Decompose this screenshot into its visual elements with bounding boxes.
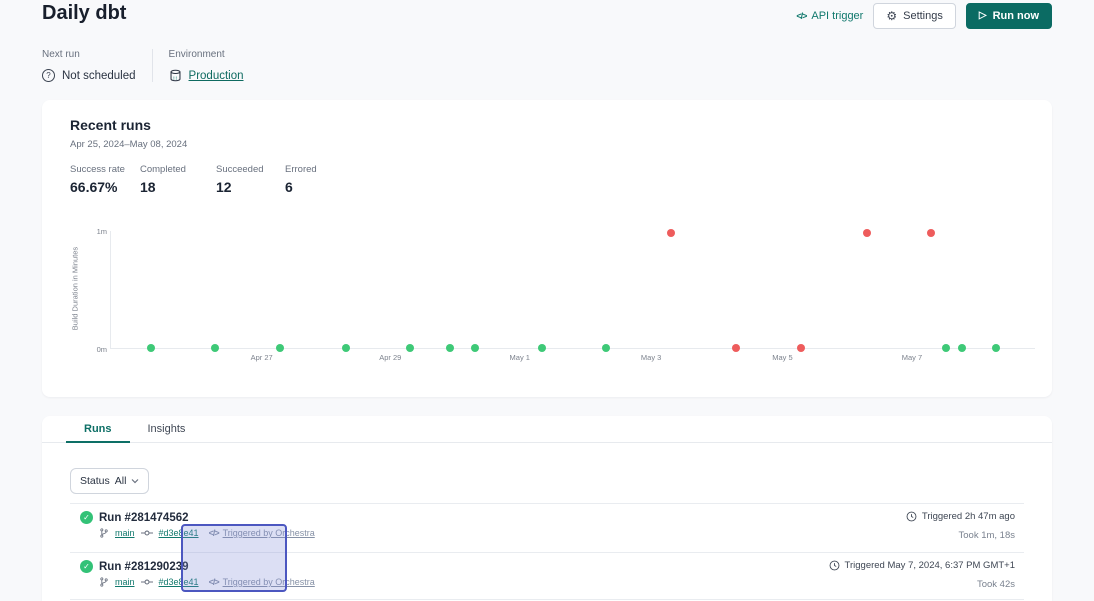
stat-succeeded: Succeeded 12 (216, 164, 264, 195)
run-now-button[interactable]: ▷ Run now (966, 3, 1052, 29)
chevron-down-icon (131, 477, 139, 485)
next-run-label: Next run (42, 49, 136, 60)
data-point (992, 344, 1000, 352)
git-commit-icon (141, 528, 153, 538)
code-icon: </> (796, 11, 806, 21)
git-branch-icon (99, 528, 109, 538)
meta-divider (152, 49, 153, 82)
x-tick-label: Apr 29 (379, 353, 401, 362)
data-point (927, 229, 935, 237)
y-tick-0m: 0m (83, 345, 107, 354)
recent-runs-card: Recent runs Apr 25, 2024–May 08, 2024 Su… (42, 100, 1052, 397)
tab-bar: Runs Insights (42, 416, 1052, 443)
date-range: Apr 25, 2024–May 08, 2024 (70, 139, 187, 150)
stat-value: 12 (216, 179, 264, 195)
run-now-label: Run now (993, 10, 1039, 22)
element-highlight-overlay (181, 524, 287, 592)
data-point (147, 344, 155, 352)
stat-label: Succeeded (216, 164, 264, 175)
git-branch-icon (99, 577, 109, 587)
clock-icon (829, 560, 840, 571)
clock-icon (906, 511, 917, 522)
header-actions: </> API trigger ⚙ Settings ▷ Run now (796, 3, 1052, 29)
data-point (942, 344, 950, 352)
data-point (797, 344, 805, 352)
data-point (538, 344, 546, 352)
x-tick-label: Apr 27 (251, 353, 273, 362)
next-run-value: Not scheduled (62, 70, 136, 82)
check-circle-icon: ✓ (80, 560, 93, 573)
run-name[interactable]: Run #281290239 (99, 561, 189, 573)
stat-value: 66.67% (70, 179, 125, 195)
status-filter-label: Status (80, 475, 110, 487)
stat-errored: Errored 6 (285, 164, 317, 195)
took-text: Took 1m, 18s (906, 530, 1015, 541)
status-filter-dropdown[interactable]: Status All (70, 468, 149, 494)
data-point (863, 229, 871, 237)
play-icon: ▷ (979, 11, 987, 21)
chart-x-ticks: Apr 27 Apr 29 May 1 May 3 May 5 May 7 (110, 353, 1035, 365)
environment-label: Environment (169, 49, 244, 60)
data-point (446, 344, 454, 352)
x-tick-label: May 7 (902, 353, 922, 362)
y-tick-1m: 1m (83, 227, 107, 236)
data-point (471, 344, 479, 352)
data-point (406, 344, 414, 352)
settings-button[interactable]: ⚙ Settings (873, 3, 956, 29)
stat-value: 18 (140, 179, 186, 195)
api-trigger-label: API trigger (811, 10, 863, 22)
tab-runs[interactable]: Runs (66, 416, 130, 443)
data-point (342, 344, 350, 352)
triggered-text: Triggered 2h 47m ago (922, 511, 1015, 522)
data-point (732, 344, 740, 352)
data-point (667, 229, 675, 237)
status-filter-value: All (115, 475, 127, 487)
took-text: Took 42s (829, 579, 1015, 590)
stat-label: Completed (140, 164, 186, 175)
job-meta: Next run ? Not scheduled Environment Pro… (42, 49, 244, 82)
api-trigger-link[interactable]: </> API trigger (796, 10, 863, 22)
stat-label: Success rate (70, 164, 125, 175)
gear-icon: ⚙ (886, 10, 897, 22)
page-title: Daily dbt (42, 2, 126, 25)
check-circle-icon: ✓ (80, 511, 93, 524)
tab-insights[interactable]: Insights (130, 416, 204, 443)
recent-runs-title: Recent runs (70, 117, 151, 133)
data-point (958, 344, 966, 352)
branch-link[interactable]: main (115, 577, 135, 587)
x-tick-label: May 1 (510, 353, 530, 362)
y-axis-label: Build Duration in Minutes (71, 234, 80, 344)
database-icon (169, 69, 182, 82)
settings-label: Settings (903, 10, 943, 22)
data-point (276, 344, 284, 352)
next-run-section: Next run ? Not scheduled (42, 49, 136, 82)
environment-link[interactable]: Production (189, 70, 244, 82)
help-icon: ? (42, 69, 55, 82)
data-point (211, 344, 219, 352)
stat-success-rate: Success rate 66.67% (70, 164, 125, 195)
data-point (602, 344, 610, 352)
stat-label: Errored (285, 164, 317, 175)
x-tick-label: May 5 (772, 353, 792, 362)
stat-completed: Completed 18 (140, 164, 186, 195)
chart-plot (110, 231, 1035, 349)
git-commit-icon (141, 577, 153, 587)
branch-link[interactable]: main (115, 528, 135, 538)
stat-value: 6 (285, 179, 317, 195)
x-tick-label: May 3 (641, 353, 661, 362)
run-name[interactable]: Run #281474562 (99, 512, 189, 524)
environment-section: Environment Production (169, 49, 244, 82)
triggered-text: Triggered May 7, 2024, 6:37 PM GMT+1 (845, 560, 1015, 571)
